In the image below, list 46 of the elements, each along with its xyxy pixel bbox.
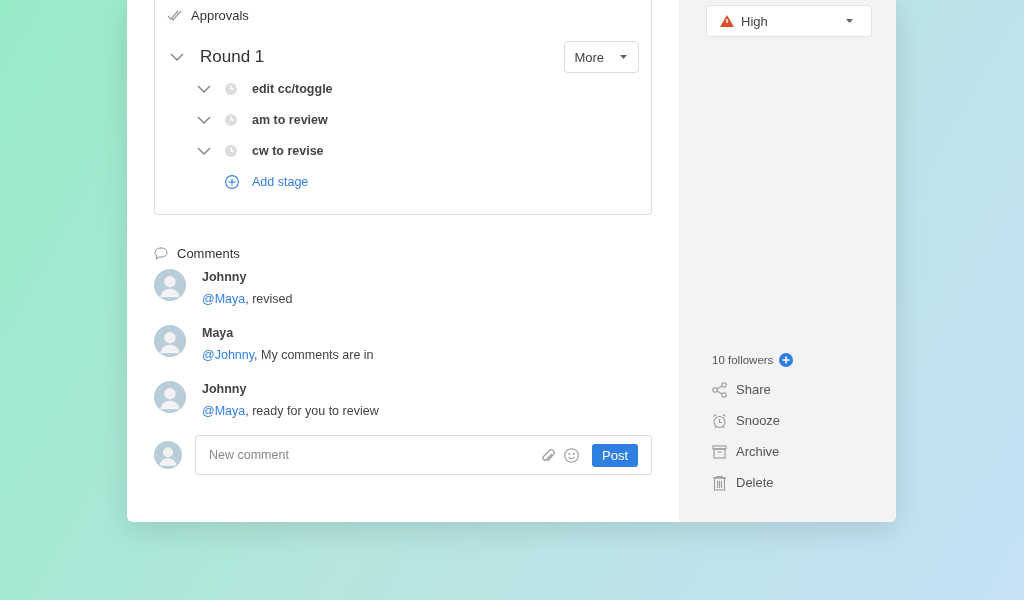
avatar-icon [154, 441, 182, 469]
action-link[interactable]: Archive [712, 436, 872, 467]
smiley-icon[interactable] [564, 447, 579, 463]
comment-author: Maya [202, 326, 235, 340]
caret-icon [620, 55, 627, 59]
speech-bubble-icon [154, 246, 168, 260]
post-button[interactable]: Post [592, 443, 638, 467]
add-stage-link[interactable]: Add stage [252, 174, 309, 189]
comment-text: @Maya, revised [202, 292, 293, 306]
avatar-icon [154, 325, 186, 357]
action-link[interactable]: Snooze [712, 405, 872, 436]
followers-count: 10 followers [712, 354, 774, 366]
avatar-icon [154, 381, 186, 413]
comment-input[interactable]: New comment Post [195, 435, 652, 475]
share-icon [712, 381, 727, 398]
clock-icon [225, 144, 237, 157]
stage-name: cw to revise [252, 143, 324, 158]
comment-text: @Johnny, My comments are in [202, 348, 374, 362]
chevron-down-icon[interactable] [197, 115, 211, 124]
avatar-icon [154, 269, 186, 301]
action-link[interactable]: Share [712, 374, 872, 405]
clock-icon [225, 113, 237, 126]
chevron-down-icon[interactable] [197, 146, 211, 155]
double-check-icon [167, 9, 182, 21]
action-link[interactable]: Delete [712, 467, 872, 498]
section-title: Approvals [191, 7, 249, 23]
comment-text: @Maya, ready for you to review [202, 404, 379, 418]
stage-name: edit cc/toggle [252, 81, 333, 96]
more-dropdown[interactable]: More [564, 41, 639, 73]
caret-icon [846, 19, 853, 23]
clock-icon [225, 82, 237, 95]
trash-icon [712, 474, 727, 491]
chevron-down-icon[interactable] [170, 53, 184, 61]
comment-author: Johnny [202, 270, 248, 284]
comment-author: Johnny [202, 382, 248, 396]
chevron-down-icon[interactable] [197, 84, 211, 93]
add-follower-icon[interactable] [779, 353, 794, 367]
section-title: Comments [177, 245, 240, 261]
round-title: Round 1 [200, 47, 266, 67]
plus-circle-icon[interactable] [225, 174, 239, 189]
paperclip-icon[interactable] [541, 447, 555, 463]
priority-dropdown[interactable]: High [706, 5, 872, 37]
archive-box-icon [712, 443, 727, 460]
warning-icon [720, 15, 734, 27]
alarm-clock-icon [712, 412, 727, 429]
stage-name: am to review [252, 112, 328, 127]
